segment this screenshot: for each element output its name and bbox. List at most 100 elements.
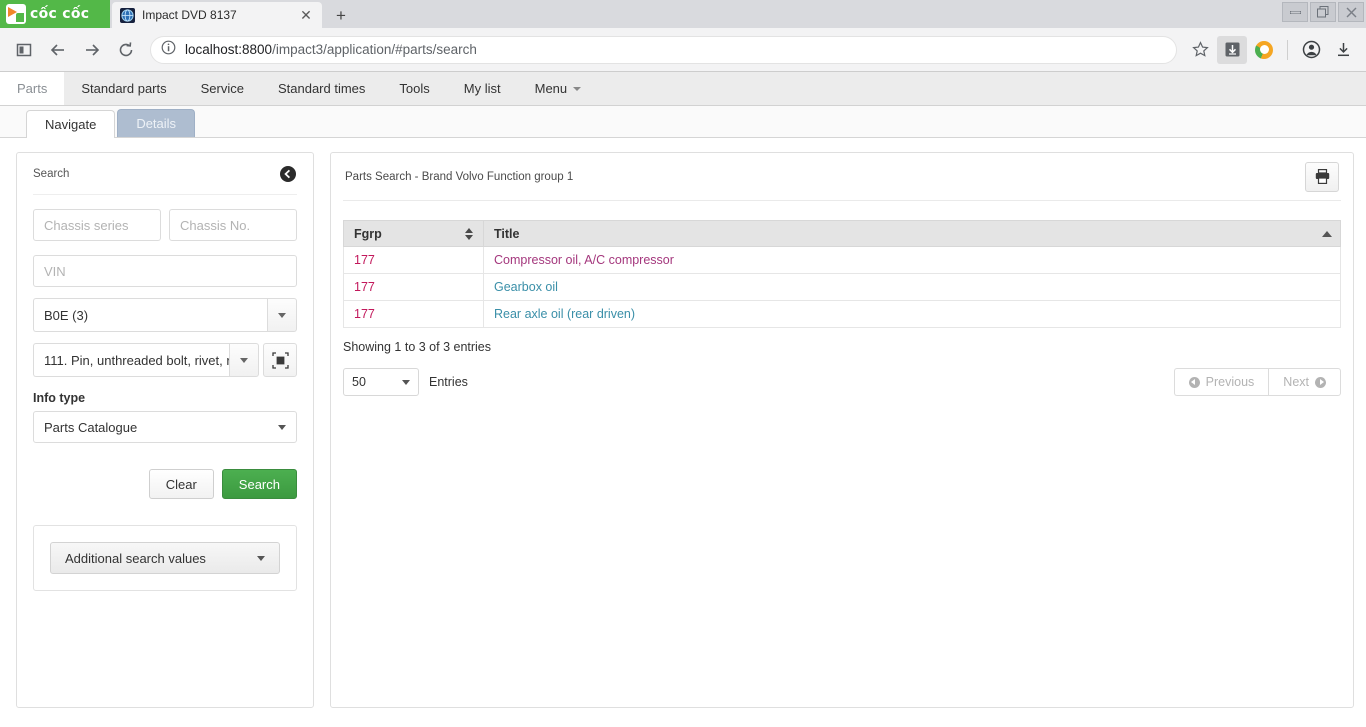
nav-item-standard-times[interactable]: Standard times <box>261 72 382 105</box>
cell-title: Compressor oil, A/C compressor <box>483 246 1341 274</box>
cell-fgrp: 177 <box>343 300 484 328</box>
nav-label: Standard times <box>277 81 366 96</box>
chevron-down-icon <box>402 379 410 385</box>
nav-item-menu[interactable]: Menu <box>518 72 599 105</box>
close-window-icon[interactable] <box>1338 2 1364 22</box>
previous-label: Previous <box>1205 375 1255 389</box>
nav-label: My list <box>463 81 501 96</box>
close-icon[interactable]: ✕ <box>298 7 314 23</box>
table-row[interactable]: 177 Compressor oil, A/C compressor <box>343 246 1341 274</box>
info-type-label: Info type <box>33 391 86 405</box>
nav-item-service[interactable]: Service <box>184 72 261 105</box>
application: Parts Standard parts Service Standard ti… <box>0 72 1366 727</box>
coccoc-logo-icon <box>6 4 26 24</box>
sub-tabs: Navigate Details <box>0 106 1366 138</box>
expand-selector-icon[interactable] <box>263 343 297 377</box>
minimize-icon[interactable] <box>1282 2 1308 22</box>
new-tab-button[interactable]: + <box>328 4 354 28</box>
address-bar[interactable]: localhost:8800/impact3/application/#part… <box>150 35 1177 64</box>
chassis-series-input[interactable]: Chassis series <box>33 209 161 241</box>
column-header-title[interactable]: Title <box>483 220 1341 247</box>
function-group-selector[interactable]: 111. Pin, unthreaded bolt, rivet, r <box>33 343 297 377</box>
vin-input[interactable]: VIN <box>33 255 297 287</box>
tab-title: Impact DVD 8137 <box>142 8 237 22</box>
model-selector-value: B0E (3) <box>33 298 267 332</box>
result-link[interactable]: Gearbox oil <box>494 280 558 294</box>
next-label: Next <box>1283 375 1309 389</box>
toolbar-divider <box>1287 39 1288 60</box>
search-panel: Search Chassis series Chassis No. VIN B0… <box>16 152 314 708</box>
coccoc-icon[interactable] <box>1249 36 1279 64</box>
sort-both-icon <box>465 227 473 240</box>
nav-label: Tools <box>399 81 430 96</box>
search-button[interactable]: Search <box>221 469 297 499</box>
nav-item-tools[interactable]: Tools <box>382 72 446 105</box>
tab-label: Details <box>136 116 177 131</box>
additional-search-values-button[interactable]: Additional search values <box>50 542 280 574</box>
tab-navigate[interactable]: Navigate <box>26 110 116 138</box>
arrow-circle-left-icon[interactable] <box>279 165 297 183</box>
tab-label: Navigate <box>45 117 97 132</box>
globe-icon <box>120 7 135 23</box>
additional-search-values-panel: Additional search values <box>33 525 297 591</box>
save-page-icon[interactable] <box>1217 35 1247 64</box>
page-info-icon[interactable] <box>161 40 176 60</box>
results-table: Fgrp Title 177 Compressor oil, A/C compr… <box>343 220 1341 328</box>
table-row[interactable]: 177 Rear axle oil (rear driven) <box>343 300 1341 328</box>
table-footer: 50 Entries Previous Next <box>343 368 1341 396</box>
table-header-row: Fgrp Title <box>343 220 1341 247</box>
browser-tab[interactable]: Impact DVD 8137 ✕ <box>112 2 322 28</box>
pagination: Previous Next <box>1173 368 1341 396</box>
forward-icon[interactable] <box>76 34 108 66</box>
toolbar-right-icons <box>1185 35 1358 64</box>
result-link[interactable]: Compressor oil, A/C compressor <box>494 253 674 267</box>
column-label: Fgrp <box>354 226 382 241</box>
chevron-down-icon[interactable] <box>229 343 259 377</box>
restore-icon[interactable] <box>1310 2 1336 22</box>
sidebar-toggle-icon[interactable] <box>8 34 40 66</box>
url-path: /impact3/application/#parts/search <box>272 42 477 57</box>
nav-label: Standard parts <box>81 81 167 96</box>
entries-label: Entries <box>429 375 468 389</box>
chassis-no-input[interactable]: Chassis No. <box>169 209 297 241</box>
download-icon[interactable] <box>1328 36 1358 64</box>
previous-page-button[interactable]: Previous <box>1173 368 1269 396</box>
nav-item-standard-parts[interactable]: Standard parts <box>64 72 183 105</box>
chevron-down-icon[interactable] <box>267 298 297 332</box>
bookmark-star-icon[interactable] <box>1185 36 1215 64</box>
window-controls <box>1282 2 1364 22</box>
next-page-button[interactable]: Next <box>1268 368 1341 396</box>
model-selector[interactable]: B0E (3) <box>33 298 297 332</box>
content-area: Search Chassis series Chassis No. VIN B0… <box>0 138 1366 727</box>
profile-icon[interactable] <box>1296 36 1326 64</box>
results-header: Parts Search - Brand Volvo Function grou… <box>343 153 1341 201</box>
nav-item-my-list[interactable]: My list <box>447 72 518 105</box>
coccoc-brand-text: cốc cốc <box>30 6 90 22</box>
entries-select[interactable]: 50 <box>343 368 419 396</box>
entries-control: 50 Entries <box>343 368 468 396</box>
reload-icon[interactable] <box>110 34 142 66</box>
browser-window: cốc cốc Impact DVD 8137 ✕ + localhost:88… <box>0 0 1366 727</box>
clear-button[interactable]: Clear <box>148 469 214 499</box>
browser-toolbar: localhost:8800/impact3/application/#part… <box>0 28 1366 72</box>
search-panel-title: Search <box>33 167 70 180</box>
arrow-circle-left-icon <box>1188 376 1200 388</box>
tab-strip: cốc cốc Impact DVD 8137 ✕ + <box>0 0 1366 28</box>
search-panel-header: Search <box>33 153 297 195</box>
entries-value: 50 <box>352 375 366 389</box>
info-type-select[interactable]: Parts Catalogue <box>33 411 297 443</box>
sort-ascending-icon <box>1322 230 1332 237</box>
nav-item-parts[interactable]: Parts <box>0 72 65 105</box>
chevron-down-icon <box>573 86 582 91</box>
tab-details[interactable]: Details <box>117 109 196 137</box>
coccoc-brand-logo: cốc cốc <box>0 0 110 28</box>
function-group-value: 111. Pin, unthreaded bolt, rivet, r <box>33 343 229 377</box>
cell-fgrp: 177 <box>343 273 484 301</box>
column-header-fgrp[interactable]: Fgrp <box>343 220 484 247</box>
back-icon[interactable] <box>42 34 74 66</box>
printer-icon[interactable] <box>1305 161 1339 192</box>
result-link[interactable]: Rear axle oil (rear driven) <box>494 307 635 321</box>
chassis-fields-row: Chassis series Chassis No. <box>33 209 297 241</box>
results-panel: Parts Search - Brand Volvo Function grou… <box>330 152 1354 708</box>
table-row[interactable]: 177 Gearbox oil <box>343 273 1341 301</box>
